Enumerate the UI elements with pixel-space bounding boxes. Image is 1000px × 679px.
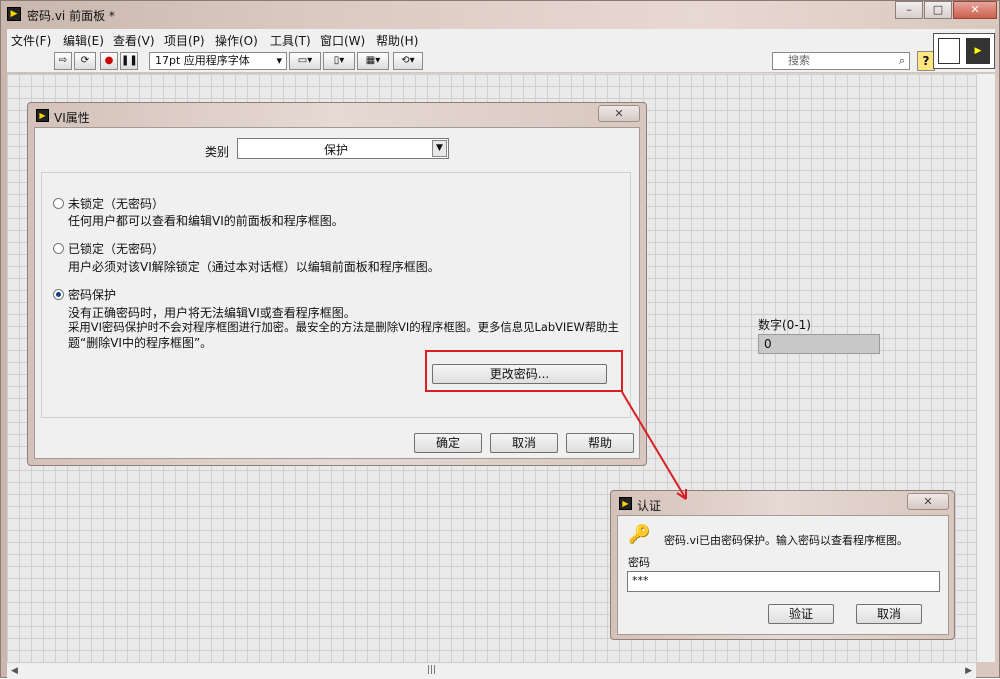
option-password-label: 密码保护 [68, 288, 117, 302]
run-continuously-icon[interactable]: ⟳ [74, 52, 96, 70]
auth-dialog-title: 认证 [637, 499, 662, 513]
chevron-down-icon: ▾ [276, 54, 282, 67]
close-icon[interactable]: ✕ [598, 105, 640, 122]
search-input[interactable]: 搜索 ⌕ [772, 52, 910, 70]
category-select[interactable]: 保护 ▼ [237, 138, 449, 159]
scroll-thumb-grip[interactable]: ||| [427, 665, 436, 675]
labview-icon: ▶ [36, 109, 49, 122]
category-label: 类别 [205, 145, 230, 159]
option-locked-desc: 用户必须对该VI解除锁定（通过本对话框）以编辑前面板和程序框图。 [68, 260, 440, 274]
password-input[interactable]: *** [627, 571, 940, 592]
key-lock-icon: 🔑 [628, 524, 651, 545]
option-locked-label: 已锁定（无密码） [68, 242, 165, 256]
verify-button[interactable]: 验证 [768, 604, 834, 624]
menu-tools[interactable]: 工具(T) [270, 32, 311, 49]
option-unlocked-label: 未锁定（无密码） [68, 197, 165, 211]
font-select[interactable]: 17pt 应用程序字体 ▾ [149, 52, 287, 70]
radio-unlocked[interactable] [53, 198, 64, 209]
title-bar: ▶ 密码.vi 前面板 * – □ ✕ [1, 1, 1000, 29]
align-objects-icon[interactable]: ▭▾ [289, 52, 321, 70]
horizontal-scrollbar[interactable]: ◀ ||| ▶ [7, 662, 976, 679]
dialog-title: VI属性 [54, 111, 90, 125]
vertical-scrollbar[interactable] [976, 74, 995, 662]
chevron-down-icon[interactable]: ▼ [432, 140, 447, 157]
connector-pane-icon[interactable]: ▶ [933, 33, 995, 69]
minimize-button[interactable]: – [895, 1, 923, 19]
close-button[interactable]: ✕ [953, 1, 997, 19]
distribute-objects-icon[interactable]: ▯▾ [323, 52, 355, 70]
font-select-value: 17pt 应用程序字体 [155, 54, 250, 67]
labview-icon: ▶ [619, 497, 632, 510]
auth-message: 密码.vi已由密码保护。输入密码以查看程序框图。 [664, 534, 909, 547]
auth-cancel-button[interactable]: 取消 [856, 604, 922, 624]
menu-view[interactable]: 查看(V) [113, 32, 155, 49]
menu-edit[interactable]: 编辑(E) [63, 32, 104, 49]
cancel-button[interactable]: 取消 [490, 433, 558, 453]
option-unlocked-desc: 任何用户都可以查看和编辑VI的前面板和程序框图。 [68, 214, 344, 228]
option-password-desc-2: 采用VI密码保护时不会对程序框图进行加密。最安全的方法是删除VI的程序框图。更多… [68, 320, 619, 334]
scroll-left-icon[interactable]: ◀ [11, 666, 18, 676]
reorder-icon[interactable]: ⟲▾ [393, 52, 423, 70]
menu-project[interactable]: 项目(P) [164, 32, 205, 49]
menu-help[interactable]: 帮助(H) [376, 32, 418, 49]
run-arrow-icon[interactable]: ⇨ [54, 52, 72, 70]
resize-objects-icon[interactable]: ▦▾ [357, 52, 389, 70]
auth-dialog: ▶ 认证 ✕ 🔑 密码.vi已由密码保护。输入密码以查看程序框图。 密码 ***… [610, 490, 955, 640]
toolbar: ⇨ ⟳ ● ❚❚ 17pt 应用程序字体 ▾ ▭▾ ▯▾ ▦▾ ⟲▾ 搜索 ⌕ … [7, 49, 995, 73]
auth-dialog-body: 🔑 密码.vi已由密码保护。输入密码以查看程序框图。 密码 *** 验证 取消 [617, 515, 949, 635]
ok-button[interactable]: 确定 [414, 433, 482, 453]
labview-icon: ▶ [7, 7, 21, 21]
category-value: 保护 [324, 143, 349, 157]
highlight-box [425, 350, 623, 392]
password-label: 密码 [628, 556, 650, 569]
menu-bar: 文件(F) 编辑(E) 查看(V) 项目(P) 操作(O) 工具(T) 窗口(W… [7, 29, 995, 49]
window-title: 密码.vi 前面板 * [27, 9, 115, 23]
menu-file[interactable]: 文件(F) [11, 32, 51, 49]
help-button[interactable]: 帮助 [566, 433, 634, 453]
pause-icon[interactable]: ❚❚ [120, 52, 138, 70]
numeric-indicator[interactable]: 0 [758, 334, 880, 354]
radio-locked[interactable] [53, 243, 64, 254]
abort-icon[interactable]: ● [100, 52, 118, 70]
menu-operate[interactable]: 操作(O) [215, 32, 258, 49]
maximize-button[interactable]: □ [924, 1, 952, 19]
search-placeholder: 搜索 [788, 54, 810, 67]
scroll-right-icon[interactable]: ▶ [965, 666, 972, 676]
vi-properties-dialog: ▶ VI属性 ✕ 类别 保护 ▼ 未锁定（无密码） 任何用户都可以查看和编辑VI… [27, 102, 647, 466]
radio-password-protected[interactable] [53, 289, 64, 300]
option-password-desc-3: 题“删除VI中的程序框图”。 [68, 336, 213, 350]
password-value: *** [632, 574, 649, 587]
menu-window[interactable]: 窗口(W) [320, 32, 365, 49]
numeric-label: 数字(0-1) [758, 318, 811, 332]
close-icon[interactable]: ✕ [907, 493, 949, 510]
search-icon: ⌕ [898, 54, 905, 67]
dialog-body: 类别 保护 ▼ 未锁定（无密码） 任何用户都可以查看和编辑VI的前面板和程序框图… [34, 127, 640, 459]
